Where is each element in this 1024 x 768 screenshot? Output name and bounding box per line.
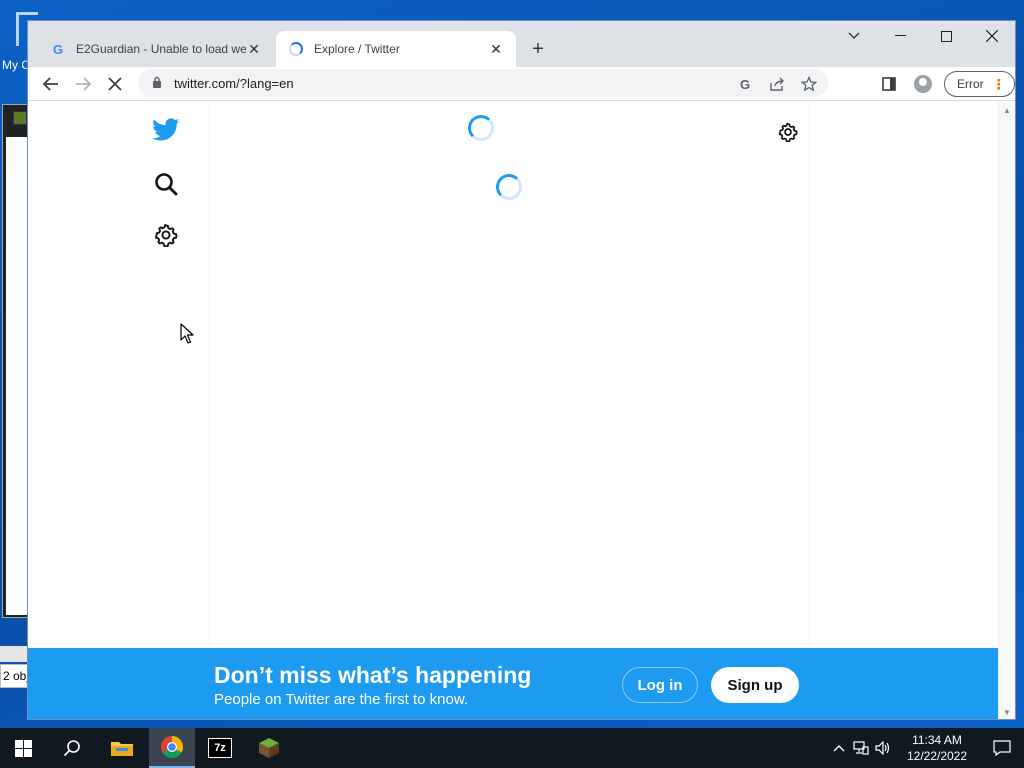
lock-icon[interactable] bbox=[152, 76, 162, 91]
tab-close-icon[interactable]: ✕ bbox=[488, 41, 504, 57]
tab-close-icon[interactable]: ✕ bbox=[246, 41, 262, 57]
clock-date: 12/22/2022 bbox=[906, 749, 968, 763]
tab-explore-twitter[interactable]: Explore / Twitter ✕ bbox=[276, 31, 516, 67]
twitter-main-column bbox=[210, 102, 810, 647]
windows-taskbar: 7z 11:34 AM 12/22/2022 bbox=[0, 728, 1024, 768]
explorer-scrollbar[interactable] bbox=[0, 646, 30, 662]
banner-title: Don’t miss what’s happening bbox=[214, 662, 532, 688]
system-clock[interactable]: 11:34 AM 12/22/2022 bbox=[894, 732, 980, 764]
explore-settings-gear-icon[interactable] bbox=[774, 118, 802, 146]
google-g-icon: G bbox=[52, 41, 64, 57]
file-explorer-icon[interactable] bbox=[99, 728, 145, 768]
twitter-bird-logo-icon[interactable] bbox=[152, 116, 180, 144]
back-arrow-icon[interactable] bbox=[38, 71, 64, 97]
volume-icon[interactable] bbox=[872, 728, 894, 768]
scroll-down-arrow-icon[interactable]: ▼ bbox=[1003, 708, 1011, 717]
profile-error-button[interactable]: Error ⋮ bbox=[944, 71, 1015, 97]
tab-title: Explore / Twitter bbox=[314, 42, 400, 56]
url-text[interactable]: twitter.com/?lang=en bbox=[174, 76, 294, 91]
clock-time: 11:34 AM bbox=[912, 733, 962, 747]
tab-search-icon[interactable] bbox=[831, 21, 877, 51]
desktop-icon-label[interactable]: My C bbox=[2, 58, 30, 72]
maximize-button[interactable] bbox=[923, 21, 969, 51]
mouse-cursor-icon bbox=[180, 323, 194, 350]
log-in-button[interactable]: Log in bbox=[622, 667, 698, 703]
new-tab-button[interactable]: + bbox=[526, 37, 550, 61]
tab-strip: G E2Guardian - Unable to load web ✕ Expl… bbox=[28, 21, 1015, 67]
minecraft-icon[interactable] bbox=[246, 728, 292, 768]
chevron-up-icon[interactable] bbox=[828, 728, 850, 768]
loading-spinner-icon bbox=[288, 41, 304, 57]
google-lens-icon[interactable]: G bbox=[736, 75, 754, 93]
settings-gear-icon[interactable] bbox=[152, 221, 180, 249]
chrome-window[interactable]: G E2Guardian - Unable to load web ✕ Expl… bbox=[27, 20, 1016, 720]
taskbar-search-icon[interactable] bbox=[49, 728, 95, 768]
start-windows-icon[interactable] bbox=[0, 728, 46, 768]
7zip-icon[interactable]: 7z bbox=[197, 728, 243, 768]
twitter-page bbox=[28, 102, 999, 647]
forward-arrow-icon[interactable] bbox=[70, 71, 96, 97]
more-vertical-icon[interactable]: ⋮ bbox=[992, 77, 1006, 91]
search-icon[interactable] bbox=[152, 170, 180, 198]
notification-center-icon[interactable] bbox=[980, 728, 1024, 768]
tab-e2guardian[interactable]: G E2Guardian - Unable to load web ✕ bbox=[38, 31, 274, 67]
twitter-left-nav bbox=[28, 102, 210, 647]
loading-spinner-icon bbox=[496, 174, 522, 200]
scroll-up-arrow-icon[interactable]: ▲ bbox=[1003, 106, 1011, 115]
omnibox-actions: G bbox=[736, 75, 818, 93]
stop-loading-icon[interactable] bbox=[102, 71, 128, 97]
minecraft-cube-icon bbox=[13, 111, 27, 125]
minimize-button[interactable] bbox=[877, 21, 923, 51]
tab-title: E2Guardian - Unable to load web bbox=[76, 42, 246, 56]
address-bar[interactable]: twitter.com/?lang=en G bbox=[138, 69, 828, 97]
login-prompt-banner: Don’t miss what’s happening People on Tw… bbox=[28, 648, 999, 719]
window-controls bbox=[831, 21, 1015, 51]
page-scrollbar[interactable]: ▲ ▼ bbox=[998, 102, 1015, 719]
toolbar-right: Error ⋮ bbox=[876, 71, 1015, 97]
banner-subtitle: People on Twitter are the first to know. bbox=[214, 691, 469, 708]
close-window-button[interactable] bbox=[969, 21, 1015, 51]
bookmark-star-icon[interactable] bbox=[800, 75, 818, 93]
profile-avatar-icon[interactable] bbox=[910, 71, 936, 97]
error-label: Error bbox=[957, 77, 984, 91]
loading-spinner-icon bbox=[468, 115, 494, 141]
explorer-status-bar: 2 obj bbox=[0, 664, 30, 688]
network-icon[interactable] bbox=[850, 728, 872, 768]
system-tray: 11:34 AM 12/22/2022 bbox=[828, 728, 1024, 768]
browser-toolbar: twitter.com/?lang=en G Error ⋮ bbox=[28, 67, 1015, 101]
sign-up-button[interactable]: Sign up bbox=[711, 667, 799, 703]
chrome-taskbar-icon[interactable] bbox=[149, 728, 195, 768]
side-panel-icon[interactable] bbox=[876, 71, 902, 97]
share-icon[interactable] bbox=[768, 75, 786, 93]
